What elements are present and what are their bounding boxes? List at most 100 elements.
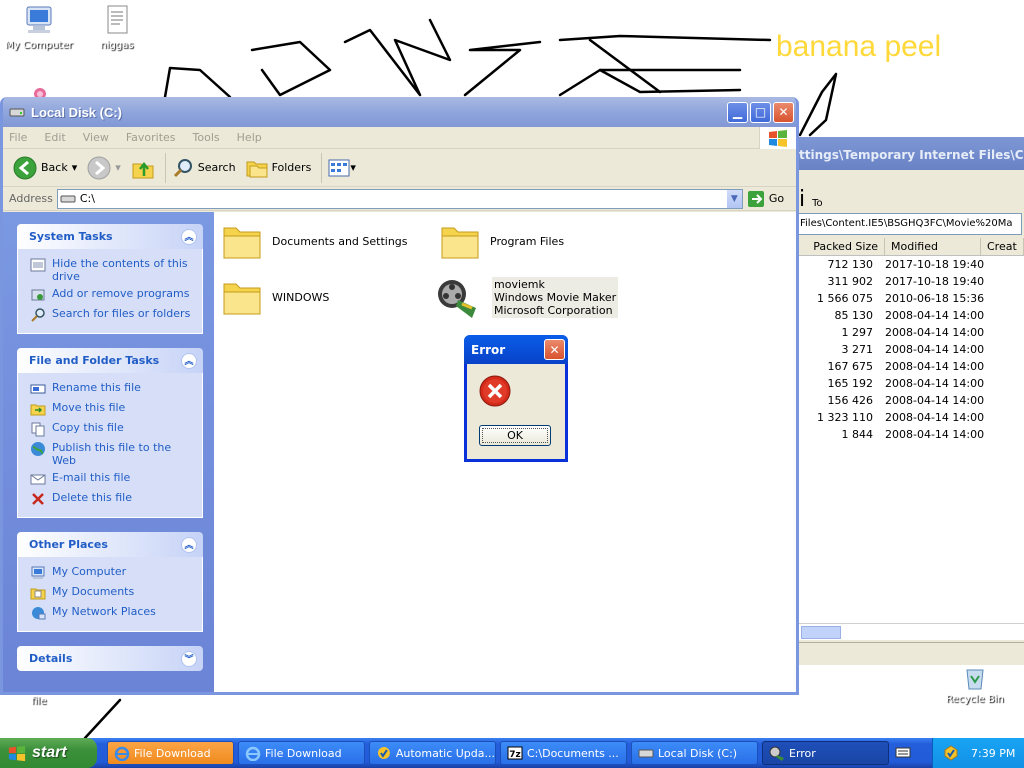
desktop-icon-recycle-bin[interactable]: Recycle Bin — [936, 666, 1014, 705]
forward-arrow-icon — [87, 156, 111, 179]
close-button[interactable]: ✕ — [773, 101, 794, 123]
up-folder-button[interactable] — [131, 156, 155, 180]
minimize-icon: ▁ — [732, 105, 743, 119]
taskbar-item-automatic-updates[interactable]: Automatic Upda... — [369, 741, 496, 765]
place-my-network-places[interactable]: My Network Places — [30, 605, 196, 621]
item-name: WINDOWS — [272, 290, 330, 304]
close-icon: ✕ — [549, 342, 560, 357]
scrollbar-thumb[interactable] — [801, 626, 841, 639]
task-rename-file[interactable]: Rename this file — [30, 381, 196, 397]
taskbar-item-error[interactable]: Error — [762, 741, 889, 765]
update-tray-icon[interactable] — [943, 745, 959, 761]
menu-edit[interactable]: Edit — [44, 131, 65, 144]
task-copy-file[interactable]: Copy this file — [30, 421, 196, 437]
taskbar-item-local-disk[interactable]: Local Disk (C:) — [631, 741, 758, 765]
panel-title: System Tasks — [29, 230, 113, 243]
menu-help[interactable]: Help — [237, 131, 262, 144]
up-folder-icon — [132, 161, 154, 178]
table-row[interactable]: 1 844 2008-04-14 14:00 — [793, 426, 1024, 443]
table-row[interactable]: 1 297 2008-04-14 14:00 — [793, 324, 1024, 341]
table-row[interactable]: 85 130 2008-04-14 14:00 — [793, 307, 1024, 324]
menu-file[interactable]: File — [9, 131, 27, 144]
address-input[interactable]: C:\ ▼ — [56, 188, 743, 209]
explorer-window[interactable]: Local Disk (C:) ▁ □ ✕ File Edit View Fav… — [0, 97, 799, 695]
taskbar-item-label: C:\Documents ... — [527, 746, 619, 760]
taskbar-item-7zip-documents[interactable]: 7z C:\Documents ... — [500, 741, 627, 765]
task-label: Hide the contents of this drive — [52, 257, 188, 283]
collapse-icon[interactable]: ︽ — [181, 536, 197, 553]
panel-header[interactable]: Other Places ︽ — [17, 532, 203, 557]
desktop-icon-my-computer[interactable]: My Computer — [0, 4, 78, 51]
table-row[interactable]: 712 130 2017-10-18 19:40 — [793, 256, 1024, 273]
taskbar-item-file-download-2[interactable]: File Download — [238, 741, 365, 765]
background-archive-window[interactable]: ttings\Temporary Internet Files\Cont i T… — [790, 137, 1024, 665]
table-row[interactable]: 167 675 2008-04-14 14:00 — [793, 358, 1024, 375]
task-email-file[interactable]: E-mail this file — [30, 471, 196, 487]
collapse-icon[interactable]: ︽ — [181, 228, 197, 245]
panel-header[interactable]: File and Folder Tasks ︽ — [17, 348, 203, 373]
menu-favorites[interactable]: Favorites — [126, 131, 176, 144]
forward-button[interactable]: ▾ — [87, 156, 121, 180]
table-row[interactable]: 3 271 2008-04-14 14:00 — [793, 341, 1024, 358]
table-row[interactable]: 1 566 075 2010-06-18 15:36 — [793, 290, 1024, 307]
ok-button[interactable]: OK — [479, 425, 551, 446]
modified-date: 2008-04-14 14:00 — [885, 326, 985, 339]
back-arrow-icon — [13, 156, 37, 179]
views-button[interactable]: ▾ — [328, 159, 356, 177]
menu-tools[interactable]: Tools — [193, 131, 220, 144]
place-my-computer[interactable]: My Computer — [30, 565, 196, 581]
desktop-icon-file[interactable]: file — [0, 696, 78, 707]
table-row[interactable]: 1 323 110 2008-04-14 14:00 — [793, 409, 1024, 426]
system-tray: 7:39 PM — [932, 738, 1024, 768]
error-dialog[interactable]: Error ✕ OK — [464, 335, 568, 462]
collapse-icon[interactable]: ︽ — [181, 352, 197, 369]
background-window-path[interactable]: Files\Content.IE5\BSGHQ3FC\Movie%20Ma — [795, 213, 1022, 235]
task-move-file[interactable]: Move this file — [30, 401, 196, 417]
desktop-icon-niggas[interactable]: niggas — [78, 4, 156, 51]
dialog-title-bar[interactable]: Error ✕ — [464, 335, 568, 364]
folder-item-program-files[interactable]: Program Files — [440, 222, 564, 260]
task-publish-web[interactable]: Publish this file to the Web — [30, 441, 196, 467]
packed-size: 156 426 — [827, 394, 874, 407]
task-add-remove-programs[interactable]: Add or remove programs — [30, 287, 196, 303]
horizontal-scrollbar[interactable] — [793, 623, 1024, 640]
file-item-moviemk[interactable]: moviemk Windows Movie Maker Microsoft Co… — [436, 274, 619, 320]
place-my-documents[interactable]: My Documents — [30, 585, 196, 601]
minimize-button[interactable]: ▁ — [727, 101, 748, 123]
column-header-packed-size[interactable]: Packed Size — [793, 238, 885, 255]
desktop-icon-label: niggas — [100, 40, 134, 51]
panel-header[interactable]: Details ︾ — [17, 646, 203, 671]
folder-item-windows[interactable]: WINDOWS — [222, 278, 329, 316]
panel-title: Details — [29, 652, 73, 665]
folders-button[interactable]: Folders — [246, 158, 311, 178]
panel-header[interactable]: System Tasks ︽ — [17, 224, 203, 249]
taskbar-item-file-download-1[interactable]: File Download — [107, 741, 234, 765]
go-button[interactable]: Go — [747, 190, 784, 208]
task-hide-contents[interactable]: Hide the contents of this drive — [30, 257, 196, 283]
column-header-created[interactable]: Creat — [981, 238, 1024, 255]
dialog-close-button[interactable]: ✕ — [544, 339, 565, 360]
background-window-title[interactable]: ttings\Temporary Internet Files\Cont — [793, 137, 1024, 170]
task-label: Copy this file — [52, 421, 124, 434]
search-button[interactable]: Search — [172, 157, 236, 179]
toolbar: Back ▾ ▾ Search Folders ▾ — [3, 149, 796, 187]
hide-contents-icon — [30, 258, 46, 272]
menu-view[interactable]: View — [83, 131, 109, 144]
windows-flag-icon — [769, 130, 787, 147]
table-row[interactable]: 156 426 2008-04-14 14:00 — [793, 392, 1024, 409]
updates-icon — [377, 747, 390, 759]
table-row[interactable]: 311 902 2017-10-18 19:40 — [793, 273, 1024, 290]
start-button[interactable]: start — [0, 738, 97, 768]
task-search-files[interactable]: Search for files or folders — [30, 307, 196, 323]
folder-item-documents-and-settings[interactable]: Documents and Settings — [222, 222, 408, 260]
column-header-modified[interactable]: Modified — [885, 238, 981, 255]
clock[interactable]: 7:39 PM — [971, 747, 1015, 760]
address-dropdown-button[interactable]: ▼ — [725, 189, 742, 208]
table-row[interactable]: 165 192 2008-04-14 14:00 — [793, 375, 1024, 392]
task-delete-file[interactable]: Delete this file — [30, 491, 196, 507]
keyboard-icon[interactable] — [895, 745, 911, 762]
maximize-button[interactable]: □ — [750, 101, 771, 123]
back-button[interactable]: Back ▾ — [13, 156, 77, 180]
title-bar[interactable]: Local Disk (C:) ▁ □ ✕ — [3, 97, 796, 127]
expand-icon[interactable]: ︾ — [181, 650, 197, 667]
